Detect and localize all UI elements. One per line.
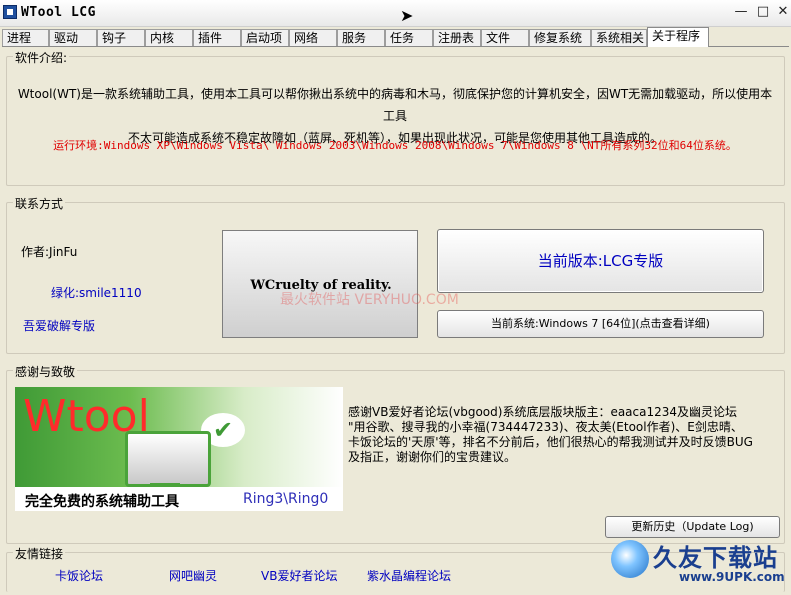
tab-driver[interactable]: 驱动	[49, 29, 97, 46]
tab-file[interactable]: 文件	[481, 29, 529, 46]
current-system-button[interactable]: 当前系统:Windows 7 [64位](点击查看详细)	[437, 310, 764, 338]
crack-edition-link[interactable]: 吾爱破解专版	[23, 317, 95, 334]
title-bar[interactable]: WTool LCG ➤ — □ ✕	[0, 0, 791, 27]
thanks-text: 感谢VB爱好者论坛(vbgood)系统底层版块版主：eaaca1234及幽灵论坛…	[348, 405, 753, 464]
application-window: WTool LCG ➤ — □ ✕ 进程 驱动 钩子 内核 插件 启动项 网络 …	[0, 0, 791, 595]
wtool-banner: Wtool ✔ 完全免费的系统辅助工具 Ring3\Ring0	[15, 387, 343, 511]
thanks-group: 感谢与致敬 Wtool ✔ 完全免费的系统辅助工具 Ring3\Ring0 感谢…	[6, 363, 785, 544]
runtime-env-text: 运行环境:Windows XP\Windows Vista\ Windows 2…	[53, 139, 737, 152]
tab-process[interactable]: 进程	[2, 29, 49, 46]
tab-about[interactable]: 关于程序	[647, 27, 709, 47]
contact-title: 联系方式	[13, 195, 66, 212]
site-url: www.9UPK.com	[679, 570, 785, 584]
tab-plugin[interactable]: 插件	[193, 29, 241, 46]
mouse-cursor-icon: ➤	[400, 6, 414, 25]
intro-line-1: Wtool(WT)是一款系统辅助工具，使用本工具可以帮你揪出系统中的病毒和木马，…	[17, 87, 773, 123]
tab-hook[interactable]: 钩子	[97, 29, 145, 46]
maximize-button[interactable]: □	[752, 3, 774, 21]
motto-panel: WCruelty of reality.	[222, 230, 418, 338]
tab-network[interactable]: 网络	[289, 29, 337, 46]
link-kafan[interactable]: 卡饭论坛	[55, 567, 103, 584]
tab-strip: 进程 驱动 钩子 内核 插件 启动项 网络 服务 任务 注册表 文件 修复系统 …	[2, 27, 789, 47]
tab-repair-system[interactable]: 修复系统	[529, 29, 591, 46]
banner-ring-label: Ring3\Ring0	[243, 491, 329, 507]
site-watermark-logo: 久友下载站 www.9UPK.com	[609, 536, 789, 592]
link-wangba-youling[interactable]: 网吧幽灵	[169, 567, 217, 584]
tab-task[interactable]: 任务	[385, 29, 433, 46]
greening-link[interactable]: 绿化:smile1110	[51, 284, 142, 301]
monitor-icon	[125, 431, 211, 487]
contact-group: 联系方式 作者:JinFu 绿化:smile1110 吾爱破解专版 WCruel…	[6, 195, 785, 354]
intro-title: 软件介绍:	[13, 49, 70, 66]
author-label: 作者:JinFu	[21, 245, 78, 259]
thanks-title: 感谢与致敬	[13, 363, 78, 380]
app-icon	[3, 5, 17, 19]
tab-startup[interactable]: 启动项	[241, 29, 289, 46]
window-title: WTool LCG	[21, 5, 96, 20]
friend-links-title: 友情链接	[13, 545, 66, 562]
minimize-button[interactable]: —	[730, 3, 752, 21]
tab-kernel[interactable]: 内核	[145, 29, 193, 46]
site-name: 久友下载站	[653, 544, 778, 572]
current-version-button[interactable]: 当前版本:LCG专版	[437, 229, 764, 293]
link-vbgood[interactable]: VB爱好者论坛	[261, 567, 337, 584]
tab-system-related[interactable]: 系统相关	[591, 29, 647, 46]
intro-group: 软件介绍: Wtool(WT)是一款系统辅助工具，使用本工具可以帮你揪出系统中的…	[6, 49, 785, 186]
banner-slogan: 完全免费的系统辅助工具	[25, 494, 179, 510]
update-log-button[interactable]: 更新历史（Update Log)	[605, 516, 780, 538]
watermark-text: 最火软件站 VERYHUO.COM	[280, 292, 459, 308]
tab-registry[interactable]: 注册表	[433, 29, 481, 46]
site-globe-icon	[611, 540, 649, 578]
tab-service[interactable]: 服务	[337, 29, 385, 46]
close-button[interactable]: ✕	[772, 3, 791, 21]
link-amethyst-coding[interactable]: 紫水晶编程论坛	[367, 567, 451, 584]
